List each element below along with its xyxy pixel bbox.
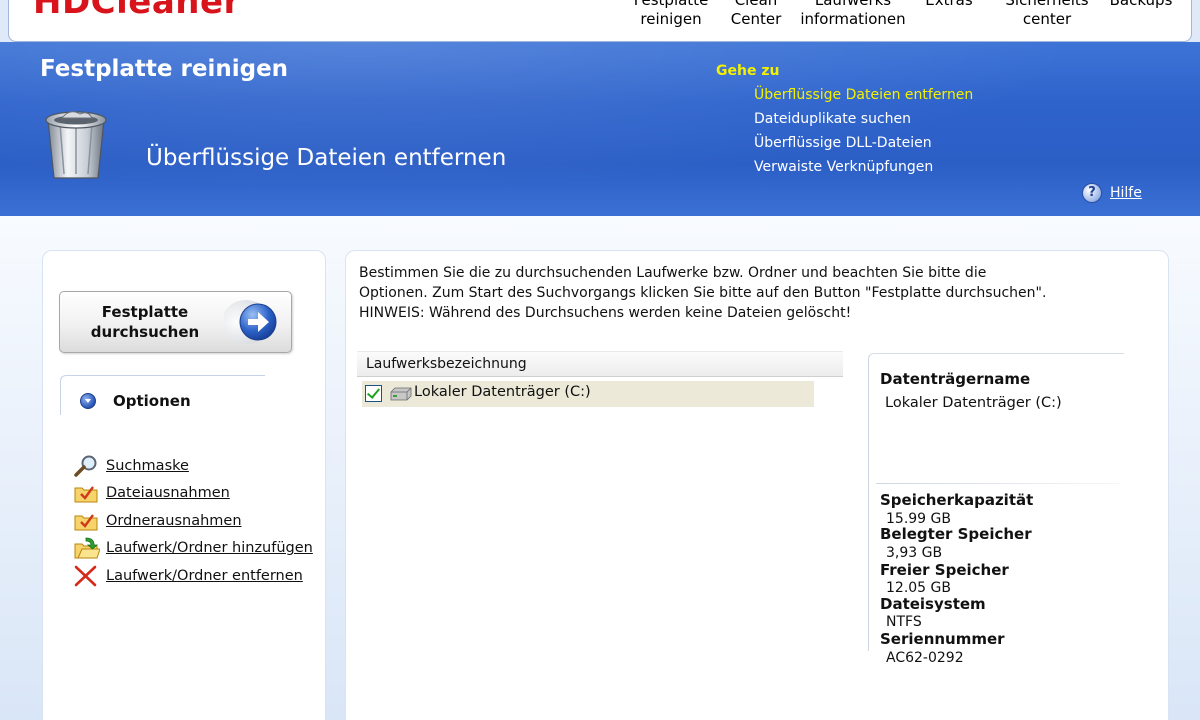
red-x-icon [74,565,97,587]
help-label[interactable]: Hilfe [1110,185,1142,201]
drive-row[interactable]: Lokaler Datenträger (C:) [362,381,814,407]
top-navigation: Festplatte reinigen Clean Center Laufwer… [9,0,1191,41]
filesystem-label: Dateisystem [880,595,986,613]
nav-laufwerks-informationen[interactable]: Laufwerks informationen [793,0,913,29]
checked-folder-icon [74,486,98,503]
options-link-list: Suchmaske Dateiausnahmen Ordnerausnahmen… [72,452,313,590]
header-banner: Festplatte reinigen Überflüssige Dateien… [0,42,1200,216]
link-suchmaske[interactable]: Suchmaske [72,452,313,480]
goto-item-dateiduplikate[interactable]: Dateiduplikate suchen [754,110,973,134]
top-menu-bar: HDCleaner Festplatte reinigen Clean Cent… [8,0,1192,42]
goto-item-verwaiste-verknuepfungen[interactable]: Verwaiste Verknüpfungen [754,158,973,182]
instructions-text: Bestimmen Sie die zu durchsuchenden Lauf… [359,263,1119,323]
nav-clean-center[interactable]: Clean Center [721,0,791,29]
arrow-right-icon [224,300,277,344]
goto-item-ueberfluessige-dateien[interactable]: Überflüssige Dateien entfernen [754,86,973,110]
link-label[interactable]: Suchmaske [106,458,189,474]
nav-backups[interactable]: Backups [1101,0,1181,10]
checked-folder-icon [74,514,98,531]
free-space-value: 12.05 GB [886,580,951,596]
magnifier-icon [74,455,97,477]
page-subtitle: Überflüssige Dateien entfernen [146,145,507,171]
scan-disk-button[interactable]: Festplatte durchsuchen [59,291,292,353]
drive-checkbox[interactable] [365,385,382,402]
link-label[interactable]: Laufwerk/Ordner entfernen [106,568,303,584]
drive-label: Lokaler Datenträger (C:) [414,384,591,400]
link-laufwerk-ordner-entfernen[interactable]: Laufwerk/Ordner entfernen [72,562,313,590]
instructions-line: Optionen. Zum Start des Suchvorgangs kli… [359,285,1047,301]
drive-column-header[interactable]: Laufwerksbezeichnung [357,351,843,377]
page-title: Festplatte reinigen [40,56,289,82]
add-folder-icon [74,537,100,559]
used-space-value: 3,93 GB [886,545,943,561]
collapse-icon[interactable] [80,393,96,409]
help-link[interactable]: ? Hilfe [1082,183,1142,203]
hard-drive-icon [390,387,412,401]
link-dateiausnahmen[interactable]: Dateiausnahmen [72,480,313,508]
serial-number-label: Seriennummer [880,630,1005,648]
capacity-label: Speicherkapazität [880,491,1034,509]
link-label[interactable]: Dateiausnahmen [106,485,230,501]
link-label[interactable]: Ordnerausnahmen [106,513,242,529]
goto-list: Überflüssige Dateien entfernen Dateidupl… [754,86,973,182]
serial-number-value: AC62-0292 [886,650,964,666]
drive-name-label: Datenträgername [880,370,1031,388]
goto-item-dll-dateien[interactable]: Überflüssige DLL-Dateien [754,134,973,158]
drive-name-value: Lokaler Datenträger (C:) [885,395,1062,411]
nav-festplatte-reinigen[interactable]: Festplatte reinigen [617,0,725,29]
options-section-header[interactable]: Optionen [60,375,265,415]
scan-disk-button-label: Festplatte durchsuchen [90,303,200,341]
link-laufwerk-ordner-hinzufuegen[interactable]: Laufwerk/Ordner hinzufügen [72,535,313,563]
help-icon[interactable]: ? [1082,183,1102,203]
nav-sicherheits-center[interactable]: Sicherheits center [997,0,1097,29]
used-space-label: Belegter Speicher [880,525,1032,543]
filesystem-value: NTFS [886,614,922,630]
instructions-line: HINWEIS: Während des Durchsuchens werden… [359,305,852,321]
free-space-label: Freier Speicher [880,561,1009,579]
goto-heading: Gehe zu [716,63,780,79]
nav-extras[interactable]: Extras [913,0,985,10]
options-label: Optionen [113,392,191,410]
info-divider [876,483,1120,484]
link-label[interactable]: Laufwerk/Ordner hinzufügen [106,540,313,556]
instructions-line: Bestimmen Sie die zu durchsuchenden Lauf… [359,265,987,281]
link-ordnerausnahmen[interactable]: Ordnerausnahmen [72,507,313,535]
trash-can-icon [45,111,107,179]
